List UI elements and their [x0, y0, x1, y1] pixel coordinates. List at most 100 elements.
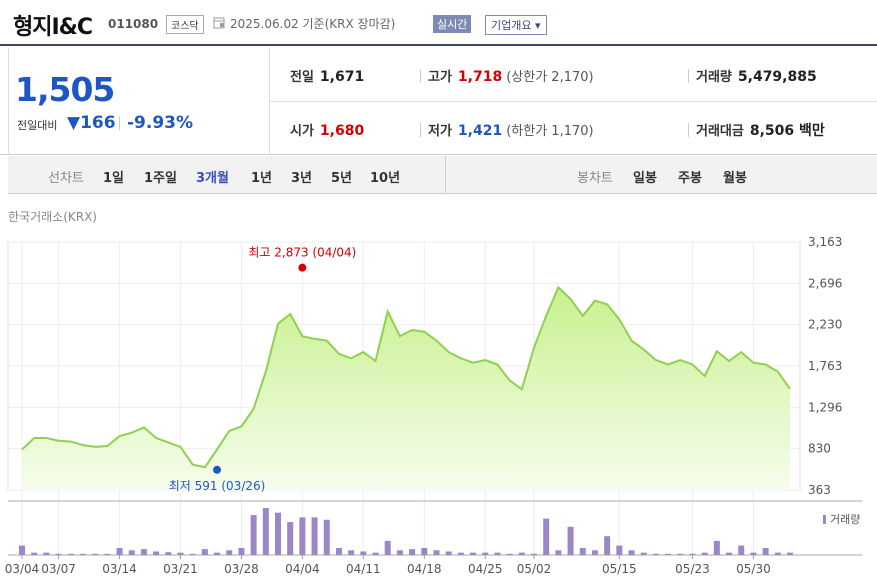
- volume-bar: [92, 553, 99, 555]
- period-3y[interactable]: 3년: [291, 167, 312, 186]
- x-tick-label: 04/04: [285, 562, 320, 576]
- volume-bar: [31, 552, 38, 555]
- volume-bar: [189, 553, 196, 555]
- trade-amount: 거래대금 8,506 백만: [696, 123, 825, 139]
- volume-bar: [652, 553, 659, 555]
- high-price: 고가 1,718 (상한가 2,170): [428, 69, 594, 85]
- cell-divider: [688, 123, 689, 137]
- y-tick-label: 1,296: [808, 400, 842, 414]
- volume-bar: [567, 526, 574, 555]
- volume-bar: [543, 518, 550, 555]
- volume-bar: [116, 547, 123, 555]
- volume-bar: [67, 553, 74, 555]
- volume-bar: [506, 553, 513, 555]
- prev-close: 전일 1,671: [290, 69, 365, 85]
- period-1y[interactable]: 1년: [251, 167, 272, 186]
- cell-divider: [420, 69, 421, 83]
- volume-bar: [43, 552, 50, 555]
- x-tick-label: 04/11: [346, 562, 381, 576]
- candle-monthly[interactable]: 월봉: [723, 167, 747, 186]
- volume-bar: [372, 552, 379, 555]
- quote-cells: 전일 1,671 고가 1,718 (상한가 2,170) 거래량 5,479,885 …: [270, 48, 877, 155]
- volume-bar: [518, 552, 525, 555]
- volume-bar: [348, 550, 355, 555]
- x-tick-label: 03/07: [41, 562, 76, 576]
- max-label: 최고 2,873 (04/04): [248, 246, 356, 260]
- volume-bar: [250, 515, 257, 555]
- volume-bar: [287, 522, 294, 555]
- volume-bar: [275, 512, 281, 555]
- volume-bar: [238, 547, 245, 555]
- y-tick-label: 830: [808, 442, 831, 456]
- y-tick-label: 2,230: [808, 318, 842, 332]
- calendar-icon: [213, 17, 225, 29]
- company-overview-button[interactable]: 기업개요 ▾: [485, 15, 547, 35]
- volume-bar: [360, 551, 367, 555]
- base-date: 2025.06.02 기준(KRX 장마감): [230, 17, 396, 31]
- volume-bar: [79, 553, 86, 555]
- volume-bar: [604, 536, 611, 555]
- volume-bar: [494, 552, 501, 555]
- volume-bar: [640, 552, 647, 555]
- y-tick-label: 3,163: [808, 235, 842, 249]
- x-tick-label: 03/28: [224, 562, 259, 576]
- period-10y[interactable]: 10년: [370, 167, 400, 186]
- volume-bar: [774, 552, 781, 555]
- volume-bar: [665, 553, 672, 555]
- volume-bar: [738, 545, 745, 555]
- change-divider: [119, 116, 120, 130]
- period-3m[interactable]: 3개월: [196, 167, 229, 186]
- volume-bar: [421, 547, 428, 555]
- volume-bar: [409, 549, 416, 555]
- x-tick-label: 05/30: [736, 562, 771, 576]
- volume-bar: [555, 550, 562, 555]
- period-1w[interactable]: 1주일: [144, 167, 177, 186]
- y-tick-label: 2,696: [808, 276, 842, 290]
- x-tick-label: 03/04: [5, 562, 40, 576]
- cell-divider: [420, 123, 421, 137]
- volume-bar: [396, 550, 403, 555]
- y-tick-label: 1,763: [808, 359, 842, 373]
- volume-bar: [726, 552, 733, 555]
- volume-bar: [153, 551, 160, 555]
- candle-daily[interactable]: 일봉: [633, 167, 657, 186]
- volume-bar: [214, 552, 221, 555]
- volume-bar: [128, 550, 135, 555]
- volume-bar: [19, 545, 25, 555]
- volume-bar: [201, 549, 208, 555]
- min-marker: [213, 465, 222, 474]
- quote-panel: 1,505 전일대비 ▼166 -9.93% 전일 1,671 고가 1,718 (상…: [0, 48, 877, 155]
- max-marker: [298, 263, 307, 272]
- low-price: 저가 1,421 (하한가 1,170): [428, 123, 594, 139]
- volume-bar: [104, 553, 111, 555]
- volume: 거래량 5,479,885: [696, 69, 817, 85]
- realtime-button[interactable]: 실시간: [433, 15, 472, 33]
- current-price: 1,505: [15, 70, 115, 109]
- period-1d[interactable]: 1일: [103, 167, 124, 186]
- line-chart-label: 선차트: [48, 171, 84, 186]
- volume-bar: [531, 553, 537, 555]
- volume-bar: [140, 549, 147, 555]
- open-price: 시가 1,680: [290, 123, 365, 139]
- cell-divider: [688, 69, 689, 83]
- change-label: 전일대비: [17, 119, 58, 132]
- stock-header: 형지I&C 011080 코스닥 2025.06.02 기준(KRX 장마감) …: [0, 0, 877, 46]
- min-label: 최저 591 (03/26): [169, 479, 266, 493]
- volume-bar: [335, 547, 342, 555]
- market-badge: 코스닥: [166, 15, 204, 34]
- volume-bar: [323, 519, 330, 555]
- toolbar-divider: [445, 156, 446, 194]
- stock-code: 011080: [108, 17, 159, 31]
- candle-weekly[interactable]: 주봉: [678, 167, 702, 186]
- volume-bar: [311, 517, 318, 555]
- volume-bar: [165, 552, 172, 555]
- period-5y[interactable]: 5년: [331, 167, 352, 186]
- candle-chart-label: 봉차트: [577, 171, 613, 186]
- volume-bar: [482, 552, 489, 555]
- volume-bar: [433, 550, 440, 555]
- y-tick-label: 363: [808, 483, 831, 497]
- x-tick-label: 05/15: [602, 562, 637, 576]
- volume-bar: [262, 508, 269, 555]
- volume-bar: [591, 550, 598, 555]
- volume-bar: [226, 550, 233, 555]
